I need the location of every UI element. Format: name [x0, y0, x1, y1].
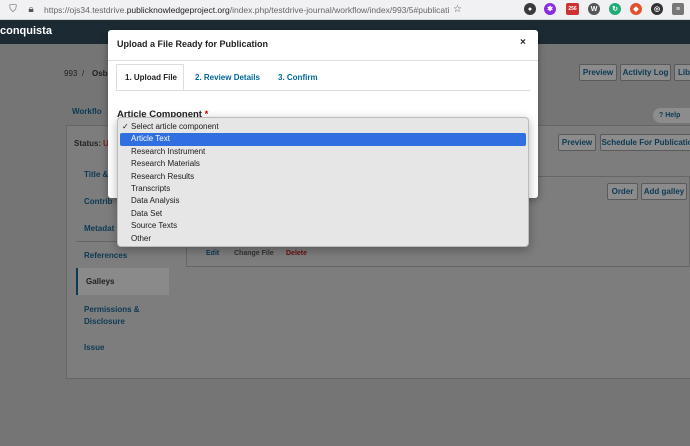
menu-icon[interactable]: ≡: [672, 3, 684, 15]
close-icon[interactable]: ×: [520, 37, 526, 48]
dropdown-option-label: Other: [131, 233, 152, 243]
article-component-dropdown[interactable]: ✓ Select article component Article Text Res…: [117, 117, 529, 247]
site-brand[interactable]: conquista: [0, 25, 52, 37]
dropdown-option-label: Select article component: [131, 122, 219, 131]
tab-upload-file[interactable]: 1. Upload File: [125, 73, 177, 82]
dropdown-option-label: Data Set: [131, 208, 163, 218]
tab-review-details[interactable]: 2. Review Details: [195, 73, 260, 82]
extension-icon[interactable]: ●: [524, 3, 536, 15]
address-bar[interactable]: https://ojs34.testdrive.publicknowledgep…: [44, 5, 449, 15]
activity-log-button[interactable]: Activity Log: [620, 64, 671, 81]
lock-icon[interactable]: 🔒︎: [26, 4, 36, 15]
dropdown-option[interactable]: Source Texts: [118, 220, 528, 232]
change-file-link[interactable]: Change File: [234, 250, 274, 257]
edit-galley-link[interactable]: Edit: [206, 250, 219, 257]
help-button[interactable]: ? Help: [653, 108, 690, 123]
url-suffix: /index.php/testdrive-journal/workflow/in…: [229, 4, 449, 15]
publication-preview-button[interactable]: Preview: [558, 134, 596, 151]
dropdown-option[interactable]: Data Analysis: [118, 195, 528, 207]
dropdown-option-label: Research Results: [131, 171, 195, 181]
dropdown-option[interactable]: Research Materials: [118, 158, 528, 170]
dropdown-option-label: Research Materials: [131, 159, 200, 169]
privacy-extension-icon[interactable]: ◆: [630, 3, 642, 15]
dropdown-option[interactable]: Data Set: [118, 208, 528, 220]
user-extension-icon[interactable]: ◎: [651, 3, 663, 15]
library-button[interactable]: Lib: [674, 64, 690, 81]
dropdown-option-label: Transcripts: [131, 183, 171, 193]
checkmark-icon: ✓: [122, 122, 129, 131]
dropdown-option[interactable]: Other: [118, 233, 528, 245]
dropdown-option[interactable]: ✓ Select article component: [118, 121, 528, 133]
tab-underline: [116, 90, 530, 91]
tab-confirm[interactable]: 3. Confirm: [278, 73, 318, 82]
wordpress-icon[interactable]: W: [588, 3, 600, 15]
help-label: Help: [665, 112, 681, 119]
order-button[interactable]: Order: [607, 183, 638, 200]
refresh-extension-icon[interactable]: ↻: [609, 3, 621, 15]
sidebar-item-galleys[interactable]: Galleys: [76, 268, 169, 295]
dropdown-option-label: Data Analysis: [131, 196, 180, 206]
modal-title: Upload a File Ready for Publication: [117, 39, 269, 49]
preview-button[interactable]: Preview: [579, 64, 617, 81]
url-domain: publicknowledgeproject.org: [126, 4, 230, 15]
sidebar-item-references[interactable]: References: [76, 250, 169, 262]
extension-gear-icon[interactable]: ✱: [544, 3, 556, 15]
dropdown-option[interactable]: Transcripts: [118, 183, 528, 195]
breadcrumb-separator: /: [82, 69, 85, 78]
sidebar-item-permissions[interactable]: Permissions & Disclosure: [76, 304, 169, 328]
modal-divider: [108, 60, 538, 61]
bookmark-star-icon[interactable]: ☆: [453, 4, 462, 15]
status-label: Status:: [74, 139, 102, 148]
submission-id: 993: [64, 69, 78, 78]
delete-galley-link[interactable]: Delete: [286, 250, 307, 257]
extension-badge-count: 256: [568, 6, 577, 12]
url-prefix: https://ojs34.testdrive.: [44, 4, 127, 15]
tab-workflow[interactable]: Workflo: [72, 107, 102, 116]
extension-badge-icon[interactable]: 256: [566, 3, 579, 15]
dropdown-option-label: Article Text: [131, 134, 170, 144]
dropdown-option[interactable]: Article Text: [120, 133, 526, 146]
dropdown-option-label: Source Texts: [131, 221, 178, 231]
sidebar-item-issue[interactable]: Issue: [76, 342, 169, 354]
shield-icon[interactable]: ⛉: [8, 4, 18, 15]
dropdown-option-label: Research Instrument: [131, 146, 206, 156]
schedule-publication-button[interactable]: Schedule For Publicatio: [600, 134, 690, 151]
dropdown-option[interactable]: Research Instrument: [118, 146, 528, 158]
browser-toolbar: ⛉ 🔒︎ https://ojs34.testdrive.publicknowl…: [0, 0, 690, 20]
add-galley-button[interactable]: Add galley: [641, 183, 687, 200]
dropdown-option[interactable]: Research Results: [118, 171, 528, 183]
